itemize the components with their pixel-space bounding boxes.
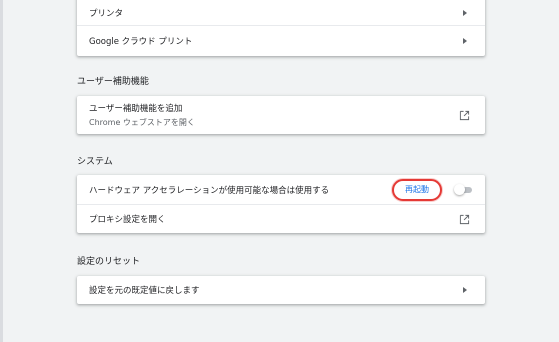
add-accessibility-row[interactable]: ユーザー補助機能を追加 Chrome ウェブストアを開く [77, 96, 485, 134]
arrow-right-icon [463, 9, 467, 16]
open-in-new-icon[interactable] [459, 214, 470, 225]
hardware-acceleration-row: ハードウェア アクセラレーションが使用可能な場合は使用する 再起動 [77, 175, 485, 204]
settings-page: プリンタ Google クラウド プリント ユーザー補助機能 ユーザー補助機能を… [0, 0, 559, 342]
hardware-acceleration-toggle[interactable] [454, 183, 472, 196]
printers-label: プリンタ [89, 8, 124, 19]
arrow-right-icon [463, 38, 467, 44]
cloud-print-label: Google クラウド プリント [89, 37, 193, 47]
add-accessibility-title: ユーザー補助機能を追加 [89, 104, 183, 114]
restart-button[interactable]: 再起動 [392, 178, 442, 201]
cloud-print-row[interactable]: Google クラウド プリント [77, 25, 485, 56]
window-edge [0, 0, 3, 342]
hardware-acceleration-label: ハードウェア アクセラレーションが使用可能な場合は使用する [89, 185, 330, 196]
add-accessibility-label: ユーザー補助機能を追加 Chrome ウェブストアを開く [89, 102, 459, 128]
printing-card: プリンタ Google クラウド プリント [77, 0, 485, 56]
printers-row[interactable]: プリンタ [77, 0, 485, 25]
reset-section-title: 設定のリセット [77, 257, 141, 267]
arrow-right-icon [463, 287, 467, 293]
restore-defaults-row[interactable]: 設定を元の既定値に戻します [77, 276, 485, 304]
accessibility-card: ユーザー補助機能を追加 Chrome ウェブストアを開く [77, 96, 485, 134]
open-webstore-subtitle: Chrome ウェブストアを開く [89, 118, 195, 127]
restore-defaults-label: 設定を元の既定値に戻します [89, 286, 200, 296]
open-in-new-icon[interactable] [459, 110, 470, 121]
proxy-settings-row[interactable]: プロキシ設定を開く [77, 204, 485, 233]
accessibility-section-title: ユーザー補助機能 [77, 77, 149, 87]
system-card: ハードウェア アクセラレーションが使用可能な場合は使用する 再起動 プロキシ設定… [77, 175, 485, 233]
proxy-settings-label: プロキシ設定を開く [89, 215, 166, 225]
system-section-title: システム [77, 157, 113, 167]
toggle-knob [454, 183, 465, 195]
reset-card: 設定を元の既定値に戻します [77, 276, 485, 304]
